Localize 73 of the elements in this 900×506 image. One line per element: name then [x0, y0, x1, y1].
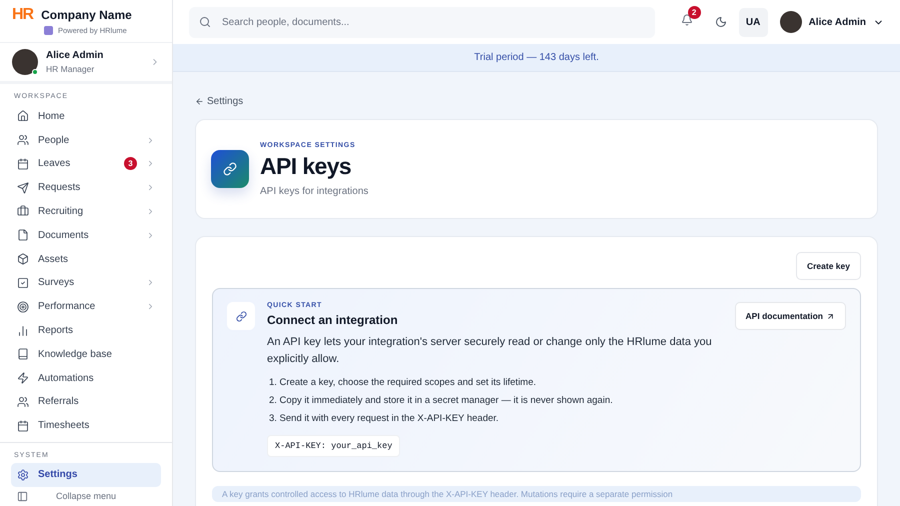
sidebar-item[interactable]: Timesheets [11, 414, 161, 438]
avatar [780, 11, 802, 33]
chevron-right-icon [146, 183, 155, 192]
notice-text: A key grants controlled access to HRlume data through the X-API-KEY header. Mutations require a separate permission [212, 486, 861, 502]
user-name: Alice Admin [46, 50, 104, 62]
sidebar-item[interactable]: Surveys [11, 271, 161, 295]
notification-badge: 2 [688, 6, 701, 19]
sidebar-item[interactable]: Automations [11, 366, 161, 390]
lightning-icon [17, 372, 29, 384]
checkbox-icon [17, 276, 29, 289]
sidebar-item[interactable]: Assets [11, 247, 161, 272]
chevron-right-icon [146, 206, 155, 216]
sidebar-item[interactable]: People [11, 128, 161, 152]
arrow-up-right-icon [826, 312, 835, 320]
send-icon [17, 182, 29, 194]
avatar [12, 49, 38, 76]
target-icon [17, 300, 29, 313]
settings-icon [17, 468, 29, 481]
sidebar-item[interactable]: Requests [11, 176, 161, 200]
sidebar-item[interactable]: Knowledge base [11, 342, 161, 366]
calendar-icon [17, 158, 29, 170]
hrlume-icon [44, 26, 53, 35]
moon-icon[interactable] [714, 16, 727, 28]
chevron-right-icon [146, 136, 155, 145]
user-role: HR Manager [46, 64, 96, 74]
people-icon [17, 134, 29, 146]
home-icon [17, 110, 29, 122]
api-documentation-button[interactable]: API documentation [734, 302, 846, 330]
section-heading: Connect an integration [267, 313, 399, 327]
document-icon [17, 229, 29, 242]
sidebar-item[interactable]: Referrals [11, 390, 161, 414]
sidebar-item[interactable]: Recruiting [11, 200, 161, 224]
page-subtitle: API keys for integrations [260, 186, 368, 196]
user-menu[interactable]: Alice Admin [780, 11, 884, 33]
chevron-right-icon [146, 302, 155, 312]
sidebar-item[interactable]: Home [11, 104, 161, 128]
logo: HR [12, 6, 34, 24]
chevron-right-icon [146, 278, 155, 288]
step-text: 1. Create a key, choose the required scopes and set its lifetime. [269, 376, 536, 390]
briefcase-icon [17, 205, 29, 218]
company-name: Company Name [41, 8, 132, 22]
collapse-menu-button[interactable]: Collapse menu [11, 486, 161, 506]
sidebar-item[interactable]: Performance [11, 294, 161, 319]
link-icon [211, 150, 249, 188]
sidebar-item[interactable]: Documents [11, 223, 161, 248]
box-icon [17, 253, 29, 266]
bar-chart-icon [17, 324, 29, 337]
chevron-right-icon [146, 159, 155, 168]
panel-icon [17, 490, 28, 502]
chevron-right-icon [146, 230, 155, 240]
search-field[interactable]: Search people, documents... [220, 16, 645, 28]
sidebar-item[interactable]: Leaves 3 [11, 152, 161, 176]
step-text: 3. Send it with every request in the X-API-KEY header. [269, 412, 499, 426]
sidebar-item[interactable]: Reports [11, 318, 161, 342]
search-icon [199, 16, 211, 28]
search-bar[interactable]: Search people, documents... [189, 6, 655, 38]
sidebar-item[interactable]: Settings [11, 462, 161, 487]
trial-banner: Trial period — 143 days left. [173, 44, 900, 72]
code-snippet: X-API-KEY: your_api_key [267, 435, 400, 457]
back-link[interactable]: Settings [195, 96, 878, 107]
notifications-icon[interactable] [680, 14, 693, 26]
people-icon [17, 396, 29, 408]
description-text: An API key lets your integration's server securely read or change only the HRlume data you explicitly allow. [267, 335, 713, 367]
arrow-left-icon [195, 97, 204, 106]
count-badge: 3 [124, 157, 137, 170]
create-key-button[interactable]: Create key [796, 252, 861, 280]
calendar-icon [17, 420, 29, 432]
book-icon [17, 348, 29, 360]
link-icon [227, 302, 255, 330]
step-text: 2. Copy it immediately and store it in a secret manager — it is never shown again. [269, 394, 613, 408]
language-button[interactable]: UA [738, 8, 768, 36]
user-card[interactable]: Alice Admin HR Manager [0, 43, 172, 84]
page-title: API keys [260, 152, 352, 180]
